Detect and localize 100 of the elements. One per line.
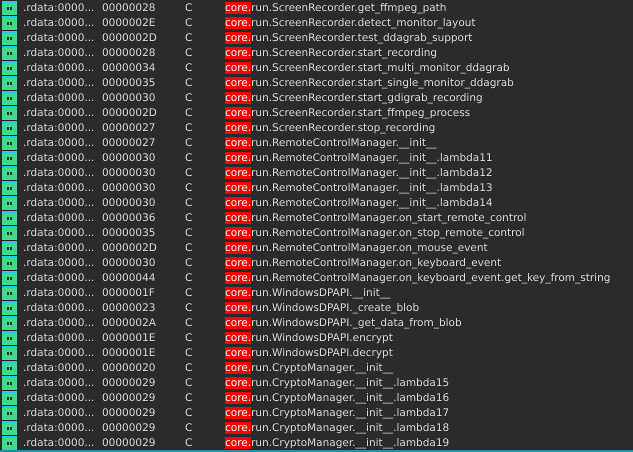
- address-cell-text: .rdata:0000...: [23, 346, 96, 358]
- type-cell-text: C: [185, 256, 194, 268]
- length-cell-text: 0000001E: [102, 332, 156, 344]
- type-cell-text: C: [185, 316, 194, 328]
- address-cell-text: .rdata:0000...: [23, 92, 96, 104]
- string-icon: [2, 346, 17, 360]
- type-cell-text: C: [185, 46, 194, 58]
- string-icon: [2, 16, 17, 30]
- type-cell-text: C: [185, 436, 194, 448]
- string-cell: core.run.RemoteControlManager.__init__.lambda14: [225, 196, 493, 208]
- string-icon: [2, 196, 17, 210]
- address-cell-text: .rdata:0000...: [23, 392, 96, 404]
- string-cell: core.run.CryptoManager.__init__.lambda17: [225, 406, 450, 418]
- address-cell-text: .rdata:0000...: [23, 226, 96, 238]
- length-cell-text: 0000002E: [102, 16, 156, 28]
- string-cell: core.run.RemoteControlManager.__init__.lambda12: [225, 166, 493, 178]
- type-cell-text: C: [185, 152, 194, 164]
- type-cell-text: C: [185, 212, 194, 224]
- string-cell: core.run.ScreenRecorder.start_recording: [225, 46, 438, 58]
- address-cell-text: .rdata:0000...: [23, 212, 96, 224]
- string-icon: [2, 360, 17, 374]
- string-cell: core.run.RemoteControlManager.on_keyboard_event.get_key_from_string: [225, 272, 610, 284]
- address-cell-text: .rdata:0000...: [23, 422, 96, 434]
- string-cell: core.run.RemoteControlManager.on_keyboard_event: [225, 256, 502, 268]
- string-icon: [2, 270, 17, 284]
- length-cell-text: 00000029: [102, 422, 156, 434]
- type-cell-text: C: [185, 32, 194, 44]
- string-icon: [2, 300, 17, 314]
- length-cell-text: 00000030: [102, 92, 156, 104]
- length-cell-text: 00000030: [102, 196, 156, 208]
- string-icon: [2, 150, 17, 164]
- string-cell: core.run.ScreenRecorder.start_ffmpeg_process: [225, 106, 470, 118]
- address-cell-text: .rdata:0000...: [23, 332, 96, 344]
- address-cell-text: .rdata:0000...: [23, 32, 96, 44]
- string-cell: core.run.WindowsDPAPI.__init__: [225, 286, 390, 298]
- string-icon: [2, 226, 17, 240]
- length-cell-text: 00000035: [102, 226, 156, 238]
- string-icon: [2, 436, 17, 450]
- string-cell: core.run.WindowsDPAPI.decrypt: [225, 346, 393, 358]
- string-icon: [2, 180, 17, 194]
- type-cell-text: C: [185, 106, 194, 118]
- string-cell: core.run.CryptoManager.__init__.lambda18: [225, 422, 450, 434]
- string-icon: [2, 240, 17, 254]
- length-cell-text: 00000030: [102, 152, 156, 164]
- string-icon: [2, 60, 17, 74]
- string-icon: [2, 0, 17, 14]
- string-icon: [2, 46, 17, 60]
- string-cell: core.run.ScreenRecorder.get_ffmpeg_path: [225, 2, 446, 14]
- string-cell: core.run.ScreenRecorder.stop_recording: [225, 122, 436, 134]
- type-cell-text: C: [185, 196, 194, 208]
- length-cell-text: 00000023: [102, 302, 156, 314]
- string-icon: [2, 136, 17, 150]
- address-cell-text: .rdata:0000...: [23, 62, 96, 74]
- string-cell: core.run.CryptoManager.__init__.lambda19: [225, 436, 450, 448]
- length-cell-text: 00000020: [102, 362, 156, 374]
- type-cell-text: C: [185, 122, 194, 134]
- length-cell-text: 0000002A: [102, 316, 157, 328]
- string-cell: core.run.ScreenRecorder.start_single_monitor_ddagrab: [225, 76, 514, 88]
- address-cell-text: .rdata:0000...: [23, 316, 96, 328]
- address-cell-text: .rdata:0000...: [23, 406, 96, 418]
- length-cell-text: 00000030: [102, 166, 156, 178]
- string-cell: core.run.RemoteControlManager.on_mouse_event: [225, 242, 488, 254]
- length-cell-text: 00000029: [102, 392, 156, 404]
- address-cell-text: .rdata:0000...: [23, 152, 96, 164]
- string-cell: core.run.RemoteControlManager.on_start_remote_control: [225, 212, 526, 224]
- length-cell-text: 0000001F: [102, 286, 156, 298]
- string-icon: [2, 210, 17, 224]
- address-cell-text: .rdata:0000...: [23, 2, 96, 14]
- string-cell: core.run.ScreenRecorder.test_ddagrab_support: [225, 32, 472, 44]
- type-cell-text: C: [185, 332, 194, 344]
- string-cell: core.run.RemoteControlManager.__init__.lambda13: [225, 182, 493, 194]
- address-cell-text: .rdata:0000...: [23, 122, 96, 134]
- type-cell-text: C: [185, 376, 194, 388]
- string-cell: core.run.WindowsDPAPI.encrypt: [225, 332, 393, 344]
- length-cell-text: 00000027: [102, 122, 156, 134]
- type-cell-text: C: [185, 16, 194, 28]
- address-cell-text: .rdata:0000...: [23, 362, 96, 374]
- string-cell: core.run.ScreenRecorder.detect_monitor_layout: [225, 16, 476, 28]
- address-cell-text: .rdata:0000...: [23, 436, 96, 448]
- type-cell-text: C: [185, 406, 194, 418]
- type-cell-text: C: [185, 92, 194, 104]
- address-cell-text: .rdata:0000...: [23, 286, 96, 298]
- string-cell: core.run.ScreenRecorder.start_multi_monitor_ddagrab: [225, 62, 510, 74]
- length-cell-text: 0000001E: [102, 346, 156, 358]
- string-cell: core.run.CryptoManager.__init__.lambda16: [225, 392, 450, 404]
- address-cell-text: .rdata:0000...: [23, 182, 96, 194]
- type-cell-text: C: [185, 362, 194, 374]
- address-cell-text: .rdata:0000...: [23, 16, 96, 28]
- length-cell-text: 00000030: [102, 256, 156, 268]
- length-cell-text: 00000029: [102, 436, 156, 448]
- type-cell-text: C: [185, 166, 194, 178]
- type-cell-text: C: [185, 302, 194, 314]
- address-cell-text: .rdata:0000...: [23, 196, 96, 208]
- type-cell-text: C: [185, 272, 194, 284]
- string-icon: [2, 316, 17, 330]
- address-cell-text: .rdata:0000...: [23, 256, 96, 268]
- type-cell-text: C: [185, 182, 194, 194]
- length-cell-text: 00000028: [102, 46, 156, 58]
- string-icon: [2, 406, 17, 420]
- address-cell-text: .rdata:0000...: [23, 166, 96, 178]
